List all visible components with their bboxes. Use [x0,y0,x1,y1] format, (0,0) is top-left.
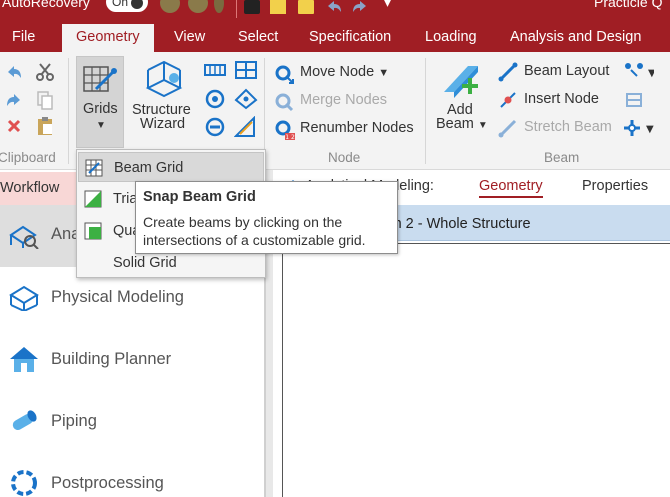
new-file-icon[interactable] [298,0,314,14]
workflow-item-label: Piping [51,412,97,430]
undo-icon[interactable] [326,0,342,14]
clipboard-group-label: Clipboard [0,150,56,165]
tab-analysis-and-design[interactable]: Analysis and Design [510,22,641,52]
tab-select[interactable]: Select [238,22,278,52]
delete-icon[interactable] [6,118,22,134]
chevron-down-icon: ▼ [378,67,390,79]
insert-node-icon [500,92,516,108]
move-node-icon [275,65,294,84]
add-beam-button[interactable]: Beam ▼ [436,116,488,132]
model-view-border [282,243,670,497]
snap-beam-grid-tooltip: Snap Beam Grid Create beams by clicking … [135,181,398,254]
grids-label: Grids [83,101,118,117]
menu-item-label: Solid Grid [113,255,177,271]
translational-repeat-icon[interactable] [234,88,258,110]
svg-text:1 2: 1 2 [285,134,295,141]
quadrilateral-grid-icon [84,222,102,240]
workflow-item-postprocessing[interactable]: Postprocessing [0,453,265,497]
add-beam-label-2: Beam [436,116,474,132]
beam-split-icon[interactable] [624,90,646,110]
undo-arrow-icon[interactable] [6,64,22,80]
ribbon-divider [425,58,426,164]
generate-surface-icon[interactable] [204,116,228,138]
workflow-header[interactable]: Workflow [0,172,76,206]
history-icon[interactable] [214,0,224,13]
menu-item-beam-grid[interactable]: Beam Grid [78,152,264,182]
beam-group-label: Beam [544,150,580,165]
triangular-grid-icon [84,190,102,208]
tab-geometry-page[interactable]: Geometry [479,178,543,198]
renumber-nodes-button[interactable]: Renumber Nodes [300,120,414,136]
beam-connect-icon[interactable]: ▼ [622,118,658,138]
beam-layout-icon [498,62,518,82]
tab-geometry[interactable]: Geometry [62,24,154,52]
structure-wizard-label-2: Wizard [140,116,186,132]
workflow-item-piping[interactable]: Piping [0,391,265,453]
mirror-icon[interactable] [234,116,258,138]
node-group-label: Node [328,150,361,165]
svg-text:▼: ▼ [646,124,654,135]
merge-nodes-icon [275,93,294,112]
title-bar: AutoRecovery On ▾ Practicle Q [0,0,670,22]
forward-icon[interactable] [188,0,208,13]
insert-node-button[interactable]: Insert Node [524,91,599,107]
renumber-nodes-icon: 1 2 [275,120,295,141]
tooltip-body: Create beams by clicking on the intersec… [143,214,366,248]
grid-icon [83,66,117,92]
tooltip-title: Snap Beam Grid [143,189,256,205]
toggle-knob [131,0,143,9]
workflow-item-building-planner[interactable]: Building Planner [0,329,265,391]
structure-wizard-icon [145,60,183,98]
analytical-modeling-icon [9,225,39,249]
tab-properties-page[interactable]: Properties [582,178,648,194]
svg-text:▼: ▼ [648,68,654,79]
tab-specification[interactable]: Specification [309,22,391,52]
quick-access-dropdown-icon[interactable]: ▾ [384,0,398,10]
piping-icon [12,410,37,430]
beam-grid-icon [85,159,103,177]
ribbon-divider [68,58,69,164]
chevron-down-icon: ▼ [477,120,488,131]
building-planner-icon [10,347,38,372]
save-icon[interactable] [244,0,260,14]
toolbar-divider [236,0,237,18]
copy-icon[interactable] [36,90,54,110]
autorecovery-label: AutoRecovery [2,0,90,10]
physical-modeling-icon [9,285,39,311]
file-title: Practicle Q [594,0,663,10]
redo-icon[interactable] [352,0,368,14]
cut-icon[interactable] [35,62,55,82]
move-node-label: Move Node [300,64,375,80]
grids-button[interactable]: Grids ▼ [76,56,124,148]
postprocessing-icon [11,470,37,496]
tab-loading[interactable]: Loading [425,22,477,52]
circular-repeat-icon[interactable] [204,88,226,110]
autorecovery-toggle-label: On [112,0,129,9]
beam-tool-icon[interactable]: ▼ [624,62,654,80]
tab-view[interactable]: View [174,22,205,52]
merge-nodes-button[interactable]: Merge Nodes [300,92,387,108]
workflow-item-label: Building Planner [51,350,172,368]
beam-layout-button[interactable]: Beam Layout [524,63,609,79]
stretch-beam-icon [498,119,517,138]
linear-array-icon[interactable] [204,62,226,78]
frame-icon[interactable] [234,60,258,80]
workflow-item-label: Physical Modeling [51,288,184,306]
structure-wizard-button[interactable]: Structure Wizard [130,56,196,136]
menu-item-label: Beam Grid [114,160,184,176]
autorecovery-toggle[interactable]: On [106,0,148,12]
menu-item-label: Tria [113,191,138,207]
stretch-beam-button[interactable]: Stretch Beam [524,119,612,135]
redo-arrow-icon[interactable] [6,92,22,108]
move-node-button[interactable]: Move Node ▼ [300,64,389,80]
chevron-down-icon: ▼ [96,120,106,131]
paste-icon[interactable] [36,116,54,136]
workflow-item-label: Postprocessing [51,474,164,492]
add-beam-icon [444,66,478,98]
menu-bar: File Geometry View Select Specification … [0,22,670,52]
back-icon[interactable] [160,0,180,13]
open-folder-icon[interactable] [270,0,286,14]
tab-file[interactable]: File [12,22,35,52]
